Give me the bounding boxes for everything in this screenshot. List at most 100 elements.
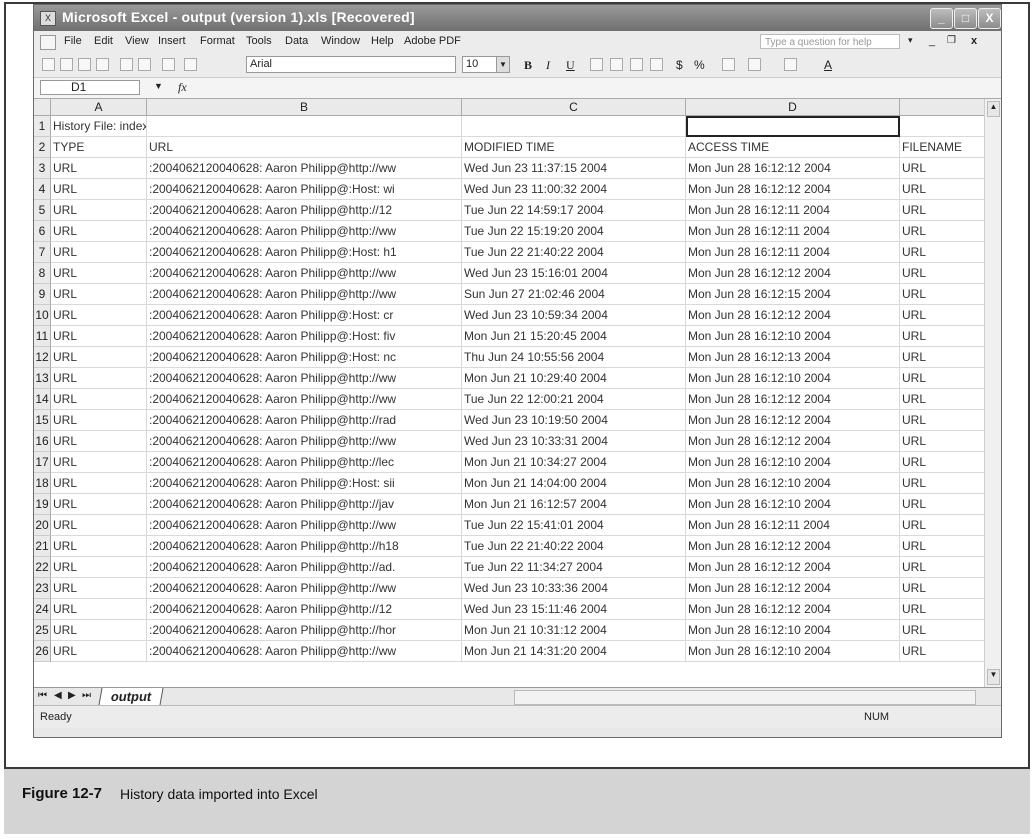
cell-c[interactable]: Tue Jun 22 15:19:20 2004: [462, 221, 686, 242]
cell-e[interactable]: URL: [900, 263, 987, 284]
row-header[interactable]: 3: [34, 158, 51, 179]
cell-c[interactable]: Wed Jun 23 10:33:31 2004: [462, 431, 686, 452]
cell-b[interactable]: :2004062120040628: Aaron Philipp@http://…: [147, 221, 462, 242]
row-header[interactable]: 16: [34, 431, 51, 452]
cell-a[interactable]: URL: [51, 326, 147, 347]
row-header[interactable]: 6: [34, 221, 51, 242]
scroll-down-icon[interactable]: ▼: [987, 669, 1000, 685]
italic-button[interactable]: I: [546, 58, 550, 73]
cell-a[interactable]: History File: index.dat: [51, 116, 147, 137]
row-header[interactable]: 5: [34, 200, 51, 221]
row-header[interactable]: 7: [34, 242, 51, 263]
row-header[interactable]: 8: [34, 263, 51, 284]
menu-file[interactable]: File: [64, 35, 82, 47]
cell-b[interactable]: :2004062120040628: Aaron Philipp@http://…: [147, 389, 462, 410]
fill-color-icon[interactable]: [784, 58, 797, 71]
font-size-combo[interactable]: 10 ▼: [462, 56, 510, 73]
cell-a[interactable]: URL: [51, 347, 147, 368]
cell-c[interactable]: Tue Jun 22 21:40:22 2004: [462, 536, 686, 557]
align-center-icon[interactable]: [610, 58, 623, 71]
column-header-d[interactable]: D: [686, 99, 900, 116]
cell-d[interactable]: ACCESS TIME: [686, 137, 900, 158]
cell-e[interactable]: URL: [900, 284, 987, 305]
cell-a[interactable]: URL: [51, 557, 147, 578]
cell-d[interactable]: Mon Jun 28 16:12:10 2004: [686, 620, 900, 641]
open-icon[interactable]: [60, 58, 73, 71]
cell-c[interactable]: Wed Jun 23 15:11:46 2004: [462, 599, 686, 620]
cell-e[interactable]: URL: [900, 200, 987, 221]
row-header[interactable]: 1: [34, 116, 51, 137]
cell-e[interactable]: URL: [900, 641, 987, 662]
vertical-scrollbar[interactable]: ▲ ▼: [984, 99, 1001, 687]
workbook-icon[interactable]: [40, 35, 56, 50]
borders-icon[interactable]: [748, 58, 761, 71]
cell-c[interactable]: Mon Jun 21 10:31:12 2004: [462, 620, 686, 641]
row-header[interactable]: 11: [34, 326, 51, 347]
cell-c[interactable]: Wed Jun 23 15:16:01 2004: [462, 263, 686, 284]
cell-a[interactable]: URL: [51, 179, 147, 200]
cell-b[interactable]: :2004062120040628: Aaron Philipp@http://…: [147, 452, 462, 473]
cell-c[interactable]: [462, 116, 686, 137]
name-box[interactable]: D1: [40, 80, 140, 95]
cell-b[interactable]: [147, 116, 462, 137]
cell-d[interactable]: Mon Jun 28 16:12:12 2004: [686, 557, 900, 578]
menu-adobe-pdf[interactable]: Adobe PDF: [404, 35, 461, 47]
cell-d[interactable]: Mon Jun 28 16:12:10 2004: [686, 473, 900, 494]
cell-e[interactable]: URL: [900, 410, 987, 431]
cell-d[interactable]: Mon Jun 28 16:12:15 2004: [686, 284, 900, 305]
row-header[interactable]: 17: [34, 452, 51, 473]
cell-a[interactable]: TYPE: [51, 137, 147, 158]
cell-e[interactable]: URL: [900, 515, 987, 536]
cell-b[interactable]: :2004062120040628: Aaron Philipp@http://…: [147, 158, 462, 179]
cell-a[interactable]: URL: [51, 221, 147, 242]
cell-d[interactable]: Mon Jun 28 16:12:10 2004: [686, 326, 900, 347]
cell-e[interactable]: URL: [900, 158, 987, 179]
cell-d[interactable]: Mon Jun 28 16:12:11 2004: [686, 221, 900, 242]
cell-d[interactable]: Mon Jun 28 16:12:12 2004: [686, 578, 900, 599]
cell-a[interactable]: URL: [51, 305, 147, 326]
row-header[interactable]: 24: [34, 599, 51, 620]
cell-e[interactable]: URL: [900, 578, 987, 599]
row-header[interactable]: 18: [34, 473, 51, 494]
cell-b[interactable]: :2004062120040628: Aaron Philipp@:Host: …: [147, 326, 462, 347]
menu-insert[interactable]: Insert: [158, 35, 186, 47]
cell-b[interactable]: :2004062120040628: Aaron Philipp@http://…: [147, 200, 462, 221]
research-icon[interactable]: [162, 58, 175, 71]
cell-e[interactable]: URL: [900, 326, 987, 347]
doc-restore-icon[interactable]: ❐: [947, 35, 956, 46]
cell-e[interactable]: URL: [900, 179, 987, 200]
cell-e[interactable]: URL: [900, 431, 987, 452]
row-header[interactable]: 19: [34, 494, 51, 515]
minimize-button[interactable]: _: [930, 8, 953, 29]
row-header[interactable]: 26: [34, 641, 51, 662]
print-icon[interactable]: [120, 58, 133, 71]
cell-c[interactable]: Tue Jun 22 11:34:27 2004: [462, 557, 686, 578]
cell-a[interactable]: URL: [51, 599, 147, 620]
row-header[interactable]: 2: [34, 137, 51, 158]
cell-c[interactable]: Sun Jun 27 21:02:46 2004: [462, 284, 686, 305]
cell-e[interactable]: URL: [900, 620, 987, 641]
cell-a[interactable]: URL: [51, 242, 147, 263]
sheet-tab-output[interactable]: output: [98, 688, 164, 705]
align-right-icon[interactable]: [630, 58, 643, 71]
column-header-b[interactable]: B: [147, 99, 462, 116]
menu-window[interactable]: Window: [321, 35, 360, 47]
row-header[interactable]: 23: [34, 578, 51, 599]
currency-button[interactable]: $: [676, 58, 683, 72]
row-header[interactable]: 15: [34, 410, 51, 431]
cell-b[interactable]: :2004062120040628: Aaron Philipp@http://…: [147, 599, 462, 620]
row-header[interactable]: 4: [34, 179, 51, 200]
cell-d[interactable]: Mon Jun 28 16:12:12 2004: [686, 599, 900, 620]
restore-button[interactable]: □: [954, 8, 977, 29]
font-color-icon[interactable]: A: [824, 58, 832, 72]
cell-a[interactable]: URL: [51, 620, 147, 641]
cell-b[interactable]: :2004062120040628: Aaron Philipp@:Host: …: [147, 305, 462, 326]
cell-c[interactable]: Wed Jun 23 10:33:36 2004: [462, 578, 686, 599]
help-icon[interactable]: [184, 58, 197, 71]
cell-b[interactable]: :2004062120040628: Aaron Philipp@http://…: [147, 557, 462, 578]
cell-a[interactable]: URL: [51, 389, 147, 410]
cell-e[interactable]: URL: [900, 452, 987, 473]
cell-a[interactable]: URL: [51, 536, 147, 557]
cell-b[interactable]: :2004062120040628: Aaron Philipp@:Host: …: [147, 473, 462, 494]
cell-d[interactable]: Mon Jun 28 16:12:12 2004: [686, 431, 900, 452]
